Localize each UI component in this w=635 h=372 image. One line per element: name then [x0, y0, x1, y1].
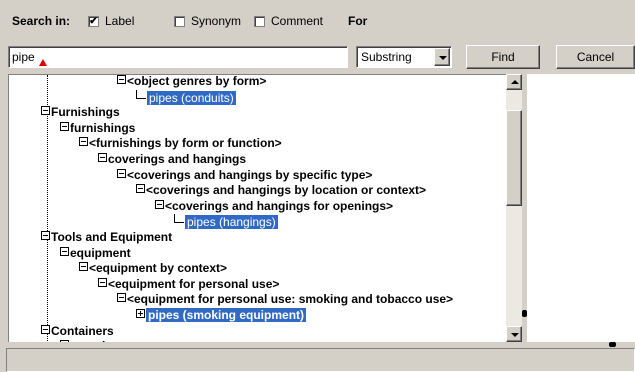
tree-node-label: <coverings and hangings for openings>: [165, 198, 394, 213]
arrow-down-icon: [511, 333, 519, 337]
tree-node-label: Tools and Equipment: [51, 230, 173, 244]
collapse-icon[interactable]: [79, 137, 88, 147]
tree-node-label: pipes (conduits): [147, 90, 236, 105]
cancel-button[interactable]: Cancel: [556, 45, 635, 69]
tree-node-label: Containers: [51, 323, 114, 338]
tree-node-label: coverings and hangings: [108, 152, 247, 166]
tree-node[interactable]: <equipment for personal use>: [98, 277, 279, 291]
tree-node-label: equipment: [70, 245, 131, 260]
tree-node-label: <equipment for personal use>: [108, 276, 280, 291]
collapse-icon[interactable]: [155, 199, 164, 209]
tree-node[interactable]: <equipment by context>: [79, 261, 227, 275]
tree-node[interactable]: <coverings and hangings by specific type…: [117, 168, 372, 182]
collapse-icon[interactable]: [136, 184, 145, 194]
search-input-value: pipe: [12, 50, 35, 64]
match-mode-value: Substring: [361, 50, 412, 64]
search-input[interactable]: pipe: [8, 46, 348, 68]
collapse-icon[interactable]: [117, 168, 126, 178]
tree-node[interactable]: Furnishings: [41, 105, 120, 119]
horizontal-grip-icon: [609, 342, 616, 347]
collapse-icon[interactable]: [98, 153, 107, 162]
chevron-down-icon[interactable]: [434, 48, 450, 66]
label-option-label: Label: [105, 14, 135, 28]
tree-node-label: Furnishings: [51, 105, 120, 120]
results-tree[interactable]: <object genres by form> pipes (conduits) F…: [8, 74, 507, 343]
caret-marker-icon: [39, 59, 47, 66]
tree-node-label: <equipment for personal use: smoking and…: [127, 292, 454, 307]
find-button[interactable]: Find: [466, 45, 540, 69]
comment-checkbox[interactable]: [254, 16, 265, 27]
tree-result-item[interactable]: pipes (smoking equipment): [136, 308, 307, 322]
tree-node-label: <coverings and hangings by specific type…: [127, 167, 373, 182]
collapse-icon[interactable]: [117, 293, 126, 303]
tree-node[interactable]: furnishings: [60, 121, 135, 135]
status-panel: [6, 348, 635, 372]
scroll-thumb[interactable]: [506, 110, 522, 206]
search-in-label-text: Search in:: [12, 14, 71, 28]
collapse-icon[interactable]: [79, 262, 88, 272]
tree-node[interactable]: <coverings and hangings for openings>: [155, 199, 393, 213]
collapse-icon[interactable]: [41, 231, 50, 240]
synonym-option-label: Synonym: [191, 14, 242, 28]
tree-node-label: <equipment by context>: [89, 261, 228, 276]
arrow-up-icon: [511, 80, 519, 84]
label-checkbox[interactable]: ✔: [88, 16, 99, 27]
tree-result-item[interactable]: pipes (conduits): [136, 89, 236, 105]
tree-node[interactable]: <coverings and hangings by location or c…: [136, 183, 426, 197]
expand-icon[interactable]: [136, 309, 145, 318]
leaf-connector-icon: [174, 214, 184, 224]
collapse-icon[interactable]: [41, 324, 50, 334]
tree-node[interactable]: <furnishings by form or function>: [79, 136, 282, 150]
scroll-down-button[interactable]: [506, 326, 522, 342]
tree-node-label: pipes (smoking equipment): [146, 308, 307, 322]
tree-node-label: <furnishings by form or function>: [89, 136, 282, 151]
tree-node-label: <coverings and hangings by location or c…: [146, 183, 427, 198]
collapse-icon[interactable]: [117, 75, 126, 84]
tree-node[interactable]: <equipment for personal use: smoking and…: [117, 292, 453, 306]
match-mode-select[interactable]: Substring: [356, 46, 452, 68]
tree-node-label: furnishings: [70, 120, 136, 135]
collapse-icon[interactable]: [41, 106, 50, 116]
collapse-icon[interactable]: [60, 121, 69, 131]
tree-node-label: <object genres by form>: [127, 74, 267, 88]
tree-node[interactable]: Tools and Equipment: [41, 230, 172, 244]
tree-result-item[interactable]: pipes (hangings): [174, 214, 278, 230]
collapse-icon[interactable]: [60, 246, 69, 256]
tree-node-label: pipes (hangings): [185, 215, 278, 230]
collapse-icon[interactable]: [98, 277, 107, 287]
tree-node[interactable]: equipment: [60, 246, 131, 260]
detail-panel: [527, 74, 635, 344]
tree-node[interactable]: Containers: [41, 324, 114, 338]
tree-scrollbar[interactable]: [506, 74, 522, 342]
comment-option-label: Comment: [271, 14, 324, 28]
tree-node[interactable]: coverings and hangings: [98, 152, 246, 166]
for-label: For: [348, 14, 368, 28]
synonym-checkbox[interactable]: [174, 16, 185, 27]
leaf-connector-icon: [136, 89, 146, 99]
tree-node[interactable]: <object genres by form>: [117, 74, 267, 88]
scroll-up-button[interactable]: [506, 74, 522, 90]
